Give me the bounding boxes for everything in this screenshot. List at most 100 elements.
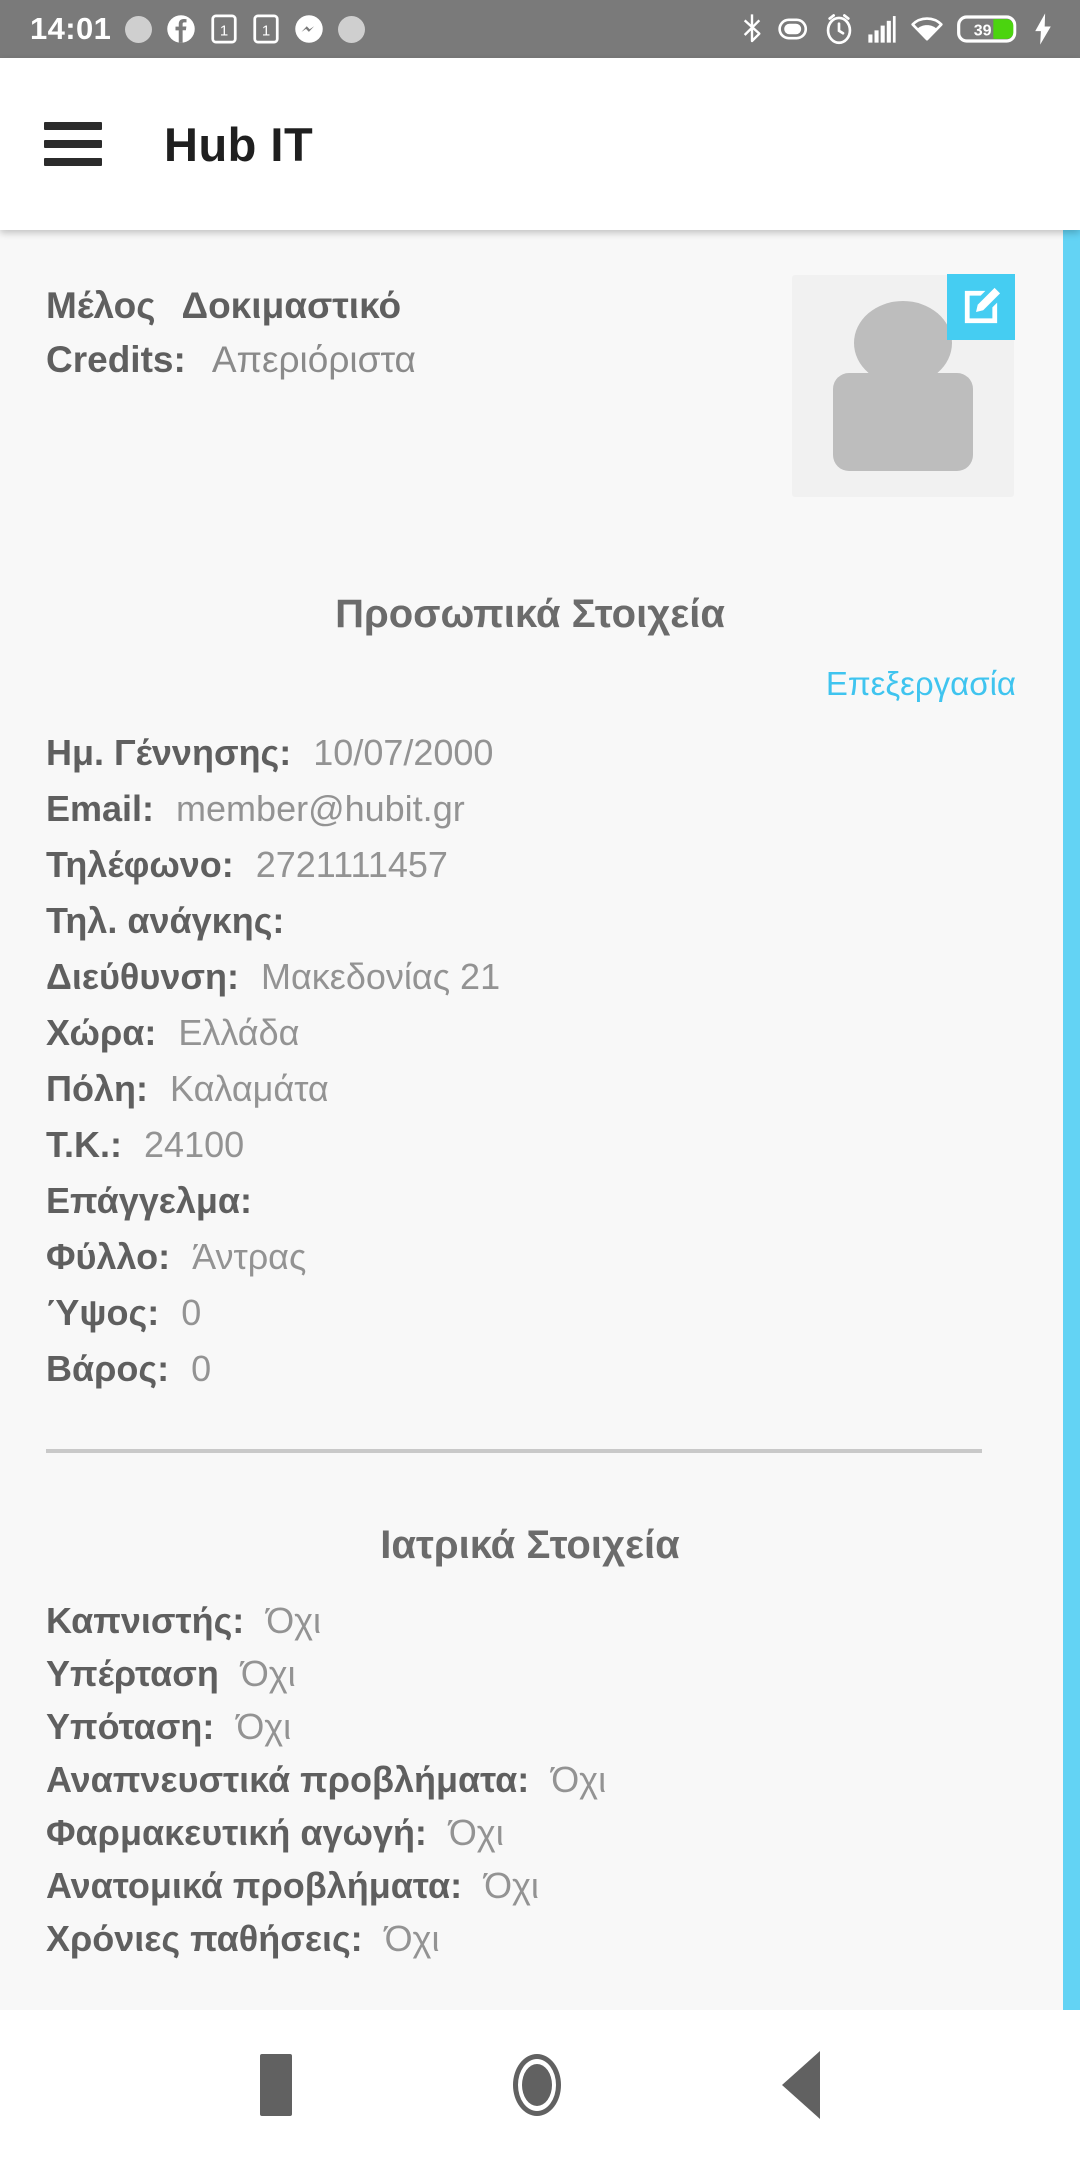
- bluetooth-icon: [743, 14, 761, 43]
- status-bar-clock: 14:01: [30, 11, 112, 46]
- field-row: Φύλλο: Άντρας: [46, 1229, 1014, 1285]
- home-inner-dot: [521, 2064, 552, 2106]
- svg-text:1: 1: [220, 22, 228, 39]
- member-credits-row: Credits: Απεριόριστα: [46, 339, 416, 381]
- field-value: Όχι: [240, 1653, 296, 1694]
- field-label: Διεύθυνση:: [46, 956, 239, 997]
- field-row: Πόλη: Καλαμάτα: [46, 1061, 1014, 1117]
- hamburger-menu-icon[interactable]: [44, 122, 102, 166]
- field-label: Email:: [46, 788, 155, 829]
- personal-fields-list: Ημ. Γέννησης: 10/07/2000 Email: member@h…: [0, 703, 1060, 1397]
- field-label: Ύψος:: [46, 1292, 160, 1333]
- scrollable-content-area[interactable]: Μέλος Δοκιμαστικό Credits: Απεριόριστα Π…: [0, 230, 1080, 2010]
- battery-level-text: 39: [974, 23, 992, 40]
- field-label: Αναπνευστικά προβλήματα:: [46, 1759, 530, 1800]
- loading-dot-2-icon: [338, 15, 366, 43]
- field-value: Όχι: [236, 1706, 292, 1747]
- field-label: Τ.Κ.:: [46, 1124, 123, 1165]
- field-value: 2721111457: [255, 844, 448, 885]
- messenger-icon: [295, 15, 324, 43]
- battery-icon: 39: [957, 15, 1017, 43]
- table-row: Υπέρταση Όχι: [46, 1647, 1014, 1700]
- field-label: Ανατομικά προβλήματα:: [46, 1865, 463, 1906]
- personal-section-title: Προσωπικά Στοιχεία: [335, 592, 725, 636]
- vertical-scrollbar[interactable]: [1063, 230, 1080, 2010]
- field-value: 10/07/2000: [313, 732, 494, 773]
- hamburger-line-3: [44, 158, 102, 166]
- hamburger-line-2: [44, 140, 102, 148]
- field-value: Όχι: [384, 1918, 440, 1959]
- field-value: Άντρας: [192, 1236, 307, 1277]
- app-title: Hub IT: [164, 117, 314, 171]
- table-row: Ανατομικά προβλήματα: Όχι: [46, 1859, 1014, 1912]
- field-row: Ύψος: 0: [46, 1285, 1014, 1341]
- field-label: Χώρα:: [46, 1012, 157, 1053]
- field-label: Καπνιστής:: [46, 1600, 245, 1641]
- field-row: Τηλέφωνο: 2721111457: [46, 837, 1014, 893]
- circle-home-icon[interactable]: [512, 2054, 561, 2116]
- square-recents-icon[interactable]: [260, 2054, 293, 2116]
- member-type-label: Μέλος: [46, 285, 156, 326]
- field-label: Επάγγελμα:: [46, 1180, 252, 1221]
- field-value: Όχι: [266, 1600, 322, 1641]
- field-value: Μακεδονίας 21: [260, 956, 501, 997]
- android-navigation-bar: [0, 2010, 1080, 2160]
- app-bar: Hub IT: [0, 58, 1080, 230]
- facebook-icon: [167, 15, 196, 43]
- table-row: Φαρμακευτική αγωγή: Όχι: [46, 1806, 1014, 1859]
- member-credits-value: Απεριόριστα: [211, 339, 416, 380]
- do-not-disturb-icon: [778, 18, 808, 40]
- phone-screen: 14:01 1 1 39 Hub IT Μέλος Δοκιμαστικό Cr…: [0, 0, 1080, 2160]
- field-value: Ελλάδα: [178, 1012, 300, 1053]
- field-row: Ημ. Γέννησης: 10/07/2000: [46, 725, 1014, 781]
- field-row: Τηλ. ανάγκης:: [46, 893, 1014, 949]
- field-label: Ημ. Γέννησης:: [46, 732, 292, 773]
- field-row: Χώρα: Ελλάδα: [46, 1005, 1014, 1061]
- field-row: Επάγγελμα:: [46, 1173, 1014, 1229]
- triangle-back-icon[interactable]: [781, 2051, 820, 2119]
- field-value: Όχι: [484, 1865, 539, 1906]
- cellular-signal-icon: [868, 16, 896, 43]
- svg-text:1: 1: [262, 22, 270, 39]
- field-label: Φύλλο:: [46, 1236, 171, 1277]
- table-row: Καπνιστής: Όχι: [46, 1594, 1014, 1647]
- field-value: 0: [181, 1292, 202, 1333]
- alarm-icon: [826, 14, 852, 45]
- member-info: Μέλος Δοκιμαστικό Credits: Απεριόριστα: [46, 275, 416, 393]
- field-label: Πόλη:: [46, 1068, 148, 1109]
- medical-fields-list: Καπνιστής: Όχι Υπέρταση Όχι Υπόταση: Όχι…: [0, 1568, 1060, 1965]
- member-type-value: Δοκιμαστικό: [181, 285, 402, 326]
- notification-1-icon: 1: [211, 14, 237, 44]
- field-label: Φαρμακευτική αγωγή:: [46, 1812, 427, 1853]
- field-value: Όχι: [448, 1812, 504, 1853]
- field-value: 24100: [144, 1124, 245, 1165]
- edit-pencil-icon[interactable]: [947, 274, 1015, 340]
- field-value: Καλαμάτα: [170, 1068, 329, 1109]
- charging-bolt-icon: [1035, 13, 1051, 45]
- table-row: Υπόταση: Όχι: [46, 1700, 1014, 1753]
- field-label: Τηλ. ανάγκης:: [46, 900, 285, 941]
- field-row: Διεύθυνση: Μακεδονίας 21: [46, 949, 1014, 1005]
- edit-personal-link[interactable]: Επεξεργασία: [0, 637, 1060, 703]
- field-value: 0: [191, 1348, 212, 1389]
- notification-1-alt-icon: 1: [253, 14, 279, 44]
- field-row: Email: member@hubit.gr: [46, 781, 1014, 837]
- member-summary: Μέλος Δοκιμαστικό Credits: Απεριόριστα: [0, 230, 1060, 497]
- member-credits-label: Credits:: [46, 339, 186, 380]
- medical-section-title: Ιατρικά Στοιχεία: [380, 1523, 680, 1567]
- avatar[interactable]: [792, 274, 1015, 497]
- profile-content: Μέλος Δοκιμαστικό Credits: Απεριόριστα Π…: [0, 230, 1080, 2010]
- section-divider: [46, 1449, 982, 1453]
- field-value: member@hubit.gr: [176, 788, 465, 829]
- field-row: Βάρος: 0: [46, 1341, 1014, 1397]
- field-label: Υπέρταση: [46, 1653, 219, 1694]
- status-bar-right-group: 39: [740, 12, 1054, 46]
- android-status-bar: 14:01 1 1 39: [0, 0, 1080, 58]
- hamburger-line-1: [44, 122, 102, 130]
- field-label: Βάρος:: [46, 1348, 170, 1389]
- table-row: Αναπνευστικά προβλήματα: Όχι: [46, 1753, 1014, 1806]
- table-row: Χρόνιες παθήσεις: Όχι: [46, 1912, 1014, 1965]
- status-bar-left-group: 14:01 1 1: [30, 11, 366, 47]
- field-row: Τ.Κ.: 24100: [46, 1117, 1014, 1173]
- avatar-body: [833, 373, 973, 471]
